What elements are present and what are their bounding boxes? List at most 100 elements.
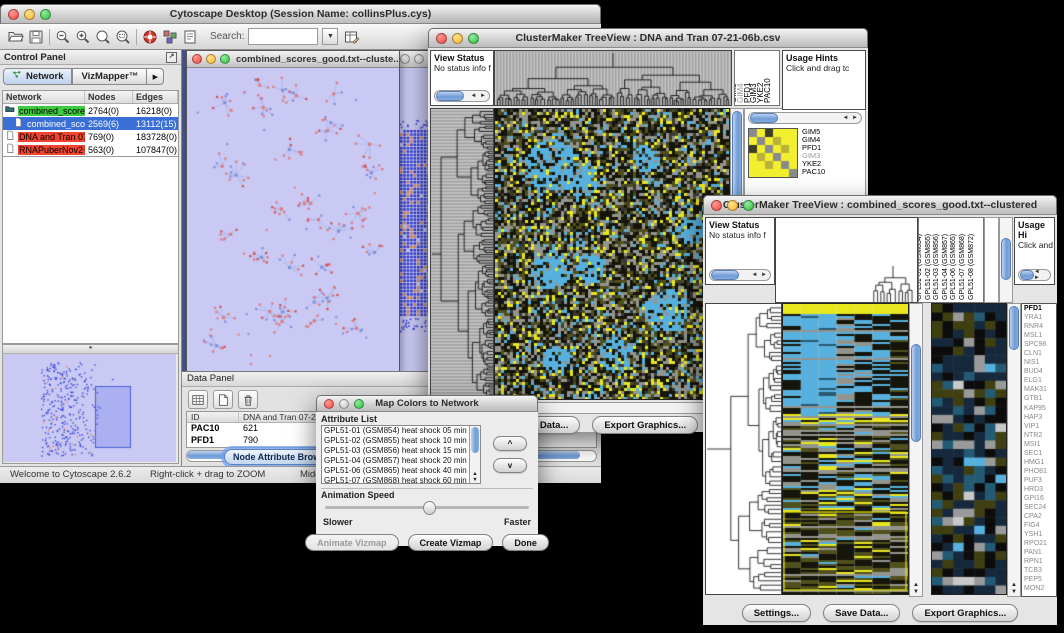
zoom-region-icon[interactable]	[113, 27, 133, 46]
column-dendrogram-canvas[interactable]	[775, 217, 918, 303]
move-down-button[interactable]: v	[493, 458, 527, 473]
overview-splitter[interactable]: ●	[3, 345, 178, 354]
heatmap-vscrollbar[interactable]: ▲▼	[909, 303, 923, 597]
zoom-in-icon[interactable]	[73, 27, 93, 46]
dialog-titlebar[interactable]: Map Colors to Network	[316, 395, 538, 412]
attribute-item[interactable]: GPL51-06 (GSM865) heat shock 40 min	[322, 466, 480, 476]
gene-label[interactable]: MSL1	[1024, 331, 1056, 340]
help-lifesaver-icon[interactable]	[140, 27, 160, 46]
table-grid-icon[interactable]	[188, 390, 208, 409]
column-label[interactable]: GPL51-07 (GSM868)	[959, 234, 966, 300]
create-vizmapbutton[interactable]: Create Vizmap	[408, 534, 494, 551]
network-window1-titlebar[interactable]: combined_scores_good.txt--cluste...	[187, 51, 399, 68]
zoom-row-label[interactable]: PAC10	[802, 168, 842, 176]
gene-label[interactable]: MON2	[1024, 584, 1056, 593]
gene-label[interactable]: MSI1	[1024, 440, 1056, 449]
gene-label[interactable]: BUD4	[1024, 367, 1056, 376]
zoom-button[interactable]	[468, 33, 479, 44]
close-button[interactable]	[192, 54, 202, 64]
tab-network[interactable]: Network	[3, 68, 72, 85]
gene-label[interactable]: RPO21	[1024, 539, 1056, 548]
gene-label[interactable]: KAP95	[1024, 404, 1056, 413]
gene-label[interactable]: HRD3	[1024, 485, 1056, 494]
network-overview-canvas[interactable]	[3, 354, 176, 462]
gene-label[interactable]: PFD1	[1024, 304, 1056, 313]
export-graphics-button[interactable]: Export Graphics...	[592, 416, 698, 434]
global-heatmap-canvas[interactable]	[494, 108, 730, 400]
trash-icon[interactable]	[238, 390, 258, 409]
network-list-row[interactable]: RNAPuberNov2+563(0)107847(0)	[3, 143, 178, 156]
view-status-hscrollbar[interactable]: ◄ ►	[434, 90, 490, 102]
network-list-row[interactable]: combined_scores2764(0)16218(0)	[3, 104, 178, 117]
minimize-button[interactable]	[727, 200, 738, 211]
gene-label[interactable]: NIS1	[1024, 358, 1056, 367]
attribute-list[interactable]: GPL51-01 (GSM854) heat shock 05 minGPL51…	[321, 425, 481, 484]
minimize-button[interactable]	[414, 54, 424, 64]
attribute-item[interactable]: GPL51-02 (GSM855) heat shock 10 min	[322, 436, 480, 446]
view-status-hscrollbar[interactable]: ◄ ►	[709, 269, 771, 281]
attribute-item[interactable]: GPL51-03 (GSM856) heat shock 15 min	[322, 446, 480, 456]
animation-speed-slider[interactable]	[325, 506, 529, 509]
new-page-icon[interactable]	[213, 390, 233, 409]
minimize-button[interactable]	[206, 54, 216, 64]
column-header[interactable]: Network	[3, 91, 85, 103]
slider-thumb[interactable]	[423, 501, 436, 515]
attribute-item[interactable]: GPL51-04 (GSM857) heat shock 20 min	[322, 456, 480, 466]
minimize-button[interactable]	[339, 399, 349, 409]
column-dendrogram-canvas[interactable]	[494, 50, 732, 106]
gene-label[interactable]: PEP5	[1024, 575, 1056, 584]
attribute-item[interactable]: GPL51-07 (GSM868) heat shock 60 min	[322, 476, 480, 484]
close-button[interactable]	[324, 399, 334, 409]
gene-label[interactable]: CPA2	[1024, 512, 1056, 521]
gene-label[interactable]: NTR2	[1024, 431, 1056, 440]
gene-label[interactable]: SPC98	[1024, 340, 1056, 349]
close-button[interactable]	[400, 54, 410, 64]
close-button[interactable]	[711, 200, 722, 211]
network-graph-canvas[interactable]	[187, 68, 397, 370]
gene-label[interactable]: SEC24	[1024, 503, 1056, 512]
zoom-heatmap-canvas[interactable]	[748, 128, 798, 178]
zoom-heatmap-canvas[interactable]	[931, 303, 1007, 595]
column-label[interactable]: GPL51-03 (GSM856)	[933, 234, 940, 300]
gene-label[interactable]: PHO81	[1024, 467, 1056, 476]
column-label[interactable]: PAC10	[763, 78, 772, 103]
gene-label[interactable]: ELG1	[1024, 376, 1056, 385]
annotation-icon[interactable]	[180, 27, 200, 46]
zoom-fit-icon[interactable]	[93, 27, 113, 46]
column-header[interactable]: ID	[187, 412, 239, 422]
gene-label[interactable]: HAP3	[1024, 413, 1056, 422]
gene-label[interactable]: TCB3	[1024, 566, 1056, 575]
network-view-window-1[interactable]: combined_scores_good.txt--cluste...	[186, 50, 400, 372]
gene-label[interactable]: YRA1	[1024, 313, 1056, 322]
column-label[interactable]: GPL51-04 (GSM857)	[942, 234, 949, 300]
zoom-hscrollbar[interactable]: ◄ ►	[748, 112, 862, 124]
row-dendrogram-canvas[interactable]	[705, 303, 782, 595]
gene-label[interactable]: GPI16	[1024, 494, 1056, 503]
gene-label[interactable]: PUF3	[1024, 476, 1056, 485]
gene-label[interactable]: PAN1	[1024, 548, 1056, 557]
gene-label[interactable]: FIG4	[1024, 521, 1056, 530]
zoom-button[interactable]	[40, 9, 51, 20]
labels-vscrollbar[interactable]	[999, 217, 1013, 303]
minimize-button[interactable]	[452, 33, 463, 44]
gene-label[interactable]: RPN1	[1024, 557, 1056, 566]
gene-label[interactable]: SEC1	[1024, 449, 1056, 458]
row-dendrogram-canvas[interactable]	[430, 108, 494, 400]
search-dropdown-icon[interactable]: ▼	[322, 28, 338, 45]
attribute-browser-icon[interactable]	[342, 27, 362, 46]
column-label[interactable]: GPL51-08 (GSM872)	[968, 234, 975, 300]
more-tabs-button[interactable]: ▶	[147, 68, 164, 85]
attribute-list-scrollbar[interactable]: ▲▼	[469, 426, 480, 483]
vizmapper-icon[interactable]	[160, 27, 180, 46]
attribute-item[interactable]: GPL51-01 (GSM854) heat shock 05 min	[322, 426, 480, 436]
zoom-button[interactable]	[354, 399, 364, 409]
column-label[interactable]: GPL51-01 (GSM854)	[918, 234, 923, 300]
gene-label[interactable]: GTB1	[1024, 394, 1056, 403]
gene-label[interactable]: HMG1	[1024, 458, 1056, 467]
close-button[interactable]	[8, 9, 19, 20]
network-list-row[interactable]: DNA and Tran 07769(0)183728(0)	[3, 130, 178, 143]
save-icon[interactable]	[26, 27, 46, 46]
export-graphics-button[interactable]: Export Graphics...	[912, 604, 1018, 622]
zoom-out-icon[interactable]	[53, 27, 73, 46]
minimize-button[interactable]	[24, 9, 35, 20]
